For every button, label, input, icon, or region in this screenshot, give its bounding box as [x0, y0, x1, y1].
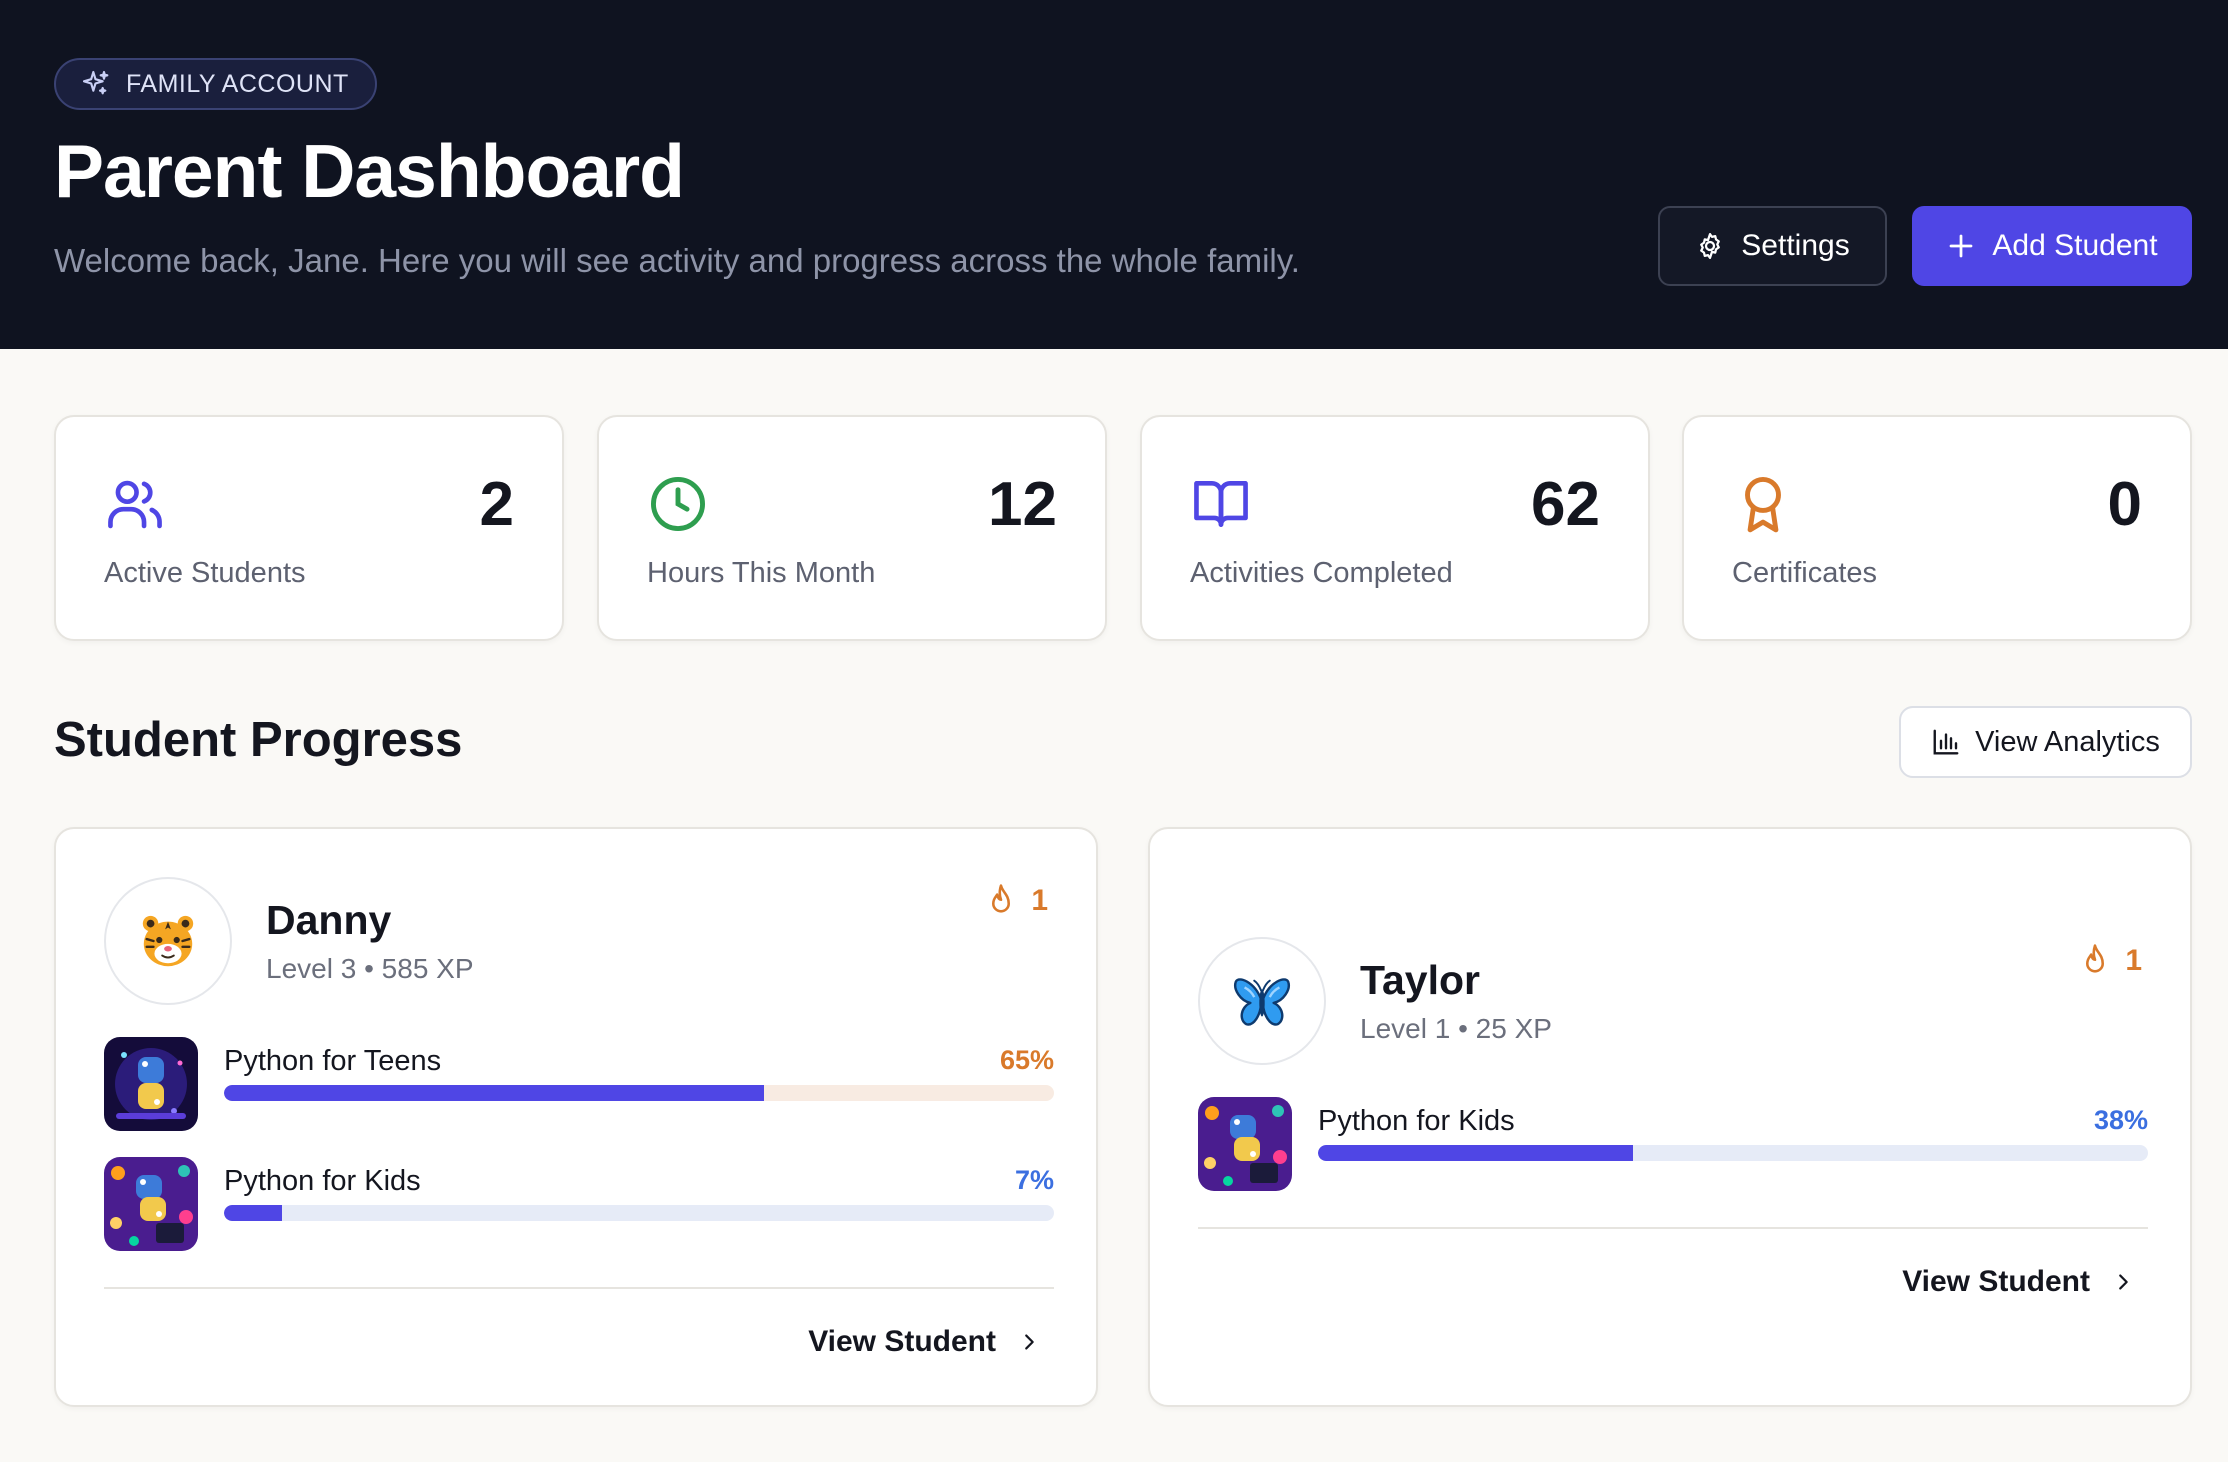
sparkles-icon	[82, 70, 109, 95]
stat-label: Activities Completed	[1190, 557, 1453, 589]
clock-icon	[651, 477, 705, 531]
course-name: Python for Kids	[224, 1165, 421, 1197]
book-icon	[1194, 481, 1248, 527]
badge-label: FAMILY ACCOUNT	[126, 69, 349, 98]
course-item-python-kids[interactable]: Python for Kids 38%	[1198, 1097, 2148, 1193]
student-progress-title: Student Progress	[54, 713, 463, 767]
view-analytics-button[interactable]: View Analytics	[1899, 706, 2192, 778]
student-level-xp: Level 1 • 25 XP	[1360, 1013, 1552, 1045]
progress-bar	[224, 1085, 1054, 1101]
course-thumbnail	[104, 1037, 198, 1131]
stat-label: Hours This Month	[647, 557, 876, 589]
student-level-xp: Level 3 • 585 XP	[266, 953, 474, 985]
python-kids-thumbnail-icon	[1198, 1097, 1292, 1191]
streak-badge: 1	[2079, 943, 2142, 979]
butterfly-icon	[1234, 978, 1290, 1026]
stat-value: 62	[1531, 470, 1600, 539]
course-item-python-teens[interactable]: Python for Teens 65%	[104, 1037, 1054, 1133]
streak-count: 1	[2125, 944, 2142, 977]
view-student-label: View Student	[1902, 1265, 2090, 1298]
view-student-label: View Student	[808, 1325, 996, 1358]
gear-icon	[1700, 233, 1721, 259]
progress-bar-fill	[224, 1205, 283, 1221]
streak-count: 1	[1031, 884, 1048, 917]
course-thumbnail	[104, 1157, 198, 1251]
flame-icon	[2086, 944, 2105, 973]
stat-label: Active Students	[104, 557, 306, 589]
course-percent: 7%	[1014, 1165, 1054, 1195]
add-student-label: Add Student	[1992, 229, 2158, 262]
add-student-button[interactable]: Add Student	[1912, 206, 2192, 286]
tiger-icon	[142, 915, 194, 967]
course-name: Python for Teens	[224, 1045, 442, 1077]
course-item-python-kids[interactable]: Python for Kids 7%	[104, 1157, 1054, 1253]
settings-button[interactable]: Settings	[1658, 206, 1887, 286]
stat-label: Certificates	[1732, 557, 1878, 589]
stat-card-activities: 62 Activities Completed	[1140, 415, 1650, 641]
card-divider	[104, 1287, 1054, 1289]
course-percent: 38%	[2093, 1105, 2148, 1135]
student-level: Level 3	[266, 953, 357, 984]
avatar	[1198, 937, 1326, 1065]
student-name: Taylor	[1360, 957, 1480, 1003]
flame-icon	[992, 884, 1011, 913]
bar-chart-icon	[1933, 729, 1959, 755]
avatar	[104, 877, 232, 1005]
stat-value: 12	[988, 470, 1057, 539]
student-level: Level 1	[1360, 1013, 1451, 1044]
progress-bar-fill	[1318, 1145, 1634, 1161]
python-teens-thumbnail-icon	[104, 1037, 198, 1131]
chevron-right-icon	[1025, 1334, 1034, 1350]
view-student-button[interactable]: View Student	[808, 1325, 1040, 1359]
stat-card-hours: 12 Hours This Month	[597, 415, 1107, 641]
view-student-button[interactable]: View Student	[1902, 1265, 2134, 1299]
chevron-right-icon	[2119, 1274, 2128, 1290]
progress-bar-fill	[224, 1085, 764, 1101]
plus-icon	[1950, 234, 1973, 258]
student-card-taylor: Taylor Level 1 • 25 XP 1 Python for Kids…	[1148, 827, 2192, 1407]
card-divider	[1198, 1227, 2148, 1229]
course-name: Python for Kids	[1318, 1105, 1515, 1137]
stat-card-active-students: 2 Active Students	[54, 415, 564, 641]
meta-separator: •	[364, 953, 382, 984]
users-icon	[108, 480, 162, 529]
student-xp: 25 XP	[1475, 1013, 1552, 1044]
student-card-danny: Danny Level 3 • 585 XP 1 Python for Teen…	[54, 827, 1098, 1407]
stat-card-certificates: 0 Certificates	[1682, 415, 2192, 641]
progress-bar	[1318, 1145, 2148, 1161]
student-xp: 585 XP	[381, 953, 474, 984]
stat-value: 0	[2107, 470, 2142, 539]
dashboard-header: FAMILY ACCOUNT Parent Dashboard Welcome …	[0, 0, 2228, 349]
course-thumbnail	[1198, 1097, 1292, 1191]
course-percent: 65%	[999, 1045, 1054, 1075]
meta-separator: •	[1458, 1013, 1476, 1044]
page-title: Parent Dashboard	[54, 129, 685, 213]
family-account-badge: FAMILY ACCOUNT	[54, 58, 377, 110]
python-kids-thumbnail-icon	[104, 1157, 198, 1251]
award-icon	[1745, 477, 1781, 533]
student-name: Danny	[266, 897, 392, 943]
page-subtitle: Welcome back, Jane. Here you will see ac…	[54, 242, 1300, 279]
stat-value: 2	[479, 470, 514, 539]
view-analytics-label: View Analytics	[1975, 725, 2160, 758]
progress-bar	[224, 1205, 1054, 1221]
settings-label: Settings	[1741, 229, 1850, 262]
streak-badge: 1	[985, 883, 1048, 919]
